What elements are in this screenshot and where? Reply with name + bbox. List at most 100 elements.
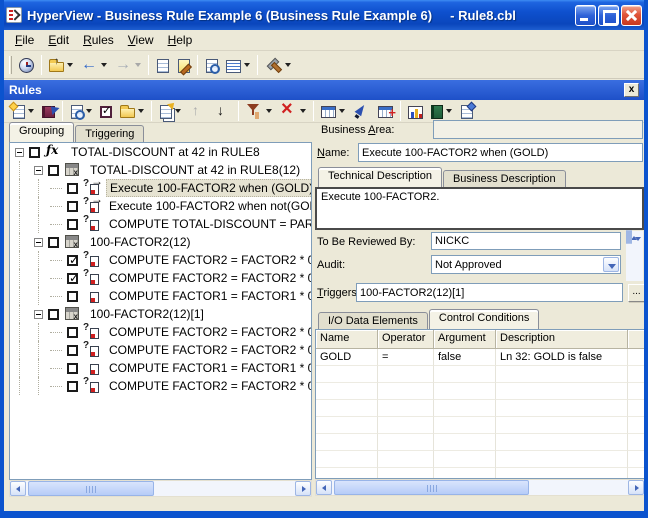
- annotate-button[interactable]: [173, 53, 194, 77]
- tree-row[interactable]: COMPUTE FACTOR1 = FACTOR1 * 0.5: [10, 287, 311, 305]
- chevron-down-icon[interactable]: [603, 257, 619, 272]
- tree-row[interactable]: COMPUTE FACTOR1 = FACTOR1 * 0.9: [10, 359, 311, 377]
- tab-i-o-data-elements[interactable]: I/O Data Elements: [318, 312, 428, 329]
- tree-row[interactable]: TOTAL-DISCOUNT at 42 in RULE8: [10, 143, 311, 161]
- new-rule-button[interactable]: [8, 99, 38, 123]
- tree-checkbox[interactable]: [67, 183, 78, 194]
- table-row[interactable]: [316, 366, 644, 383]
- triggers-field[interactable]: [356, 283, 623, 302]
- maximize-button[interactable]: [598, 5, 619, 26]
- table-row[interactable]: [316, 468, 644, 479]
- scroll-up-icon[interactable]: [626, 230, 628, 244]
- scroll-track[interactable]: [332, 480, 628, 495]
- scroll-left-icon[interactable]: [316, 480, 332, 495]
- dropdown-arrow-icon[interactable]: [135, 63, 141, 67]
- tab-control-conditions[interactable]: Control Conditions: [429, 309, 540, 329]
- forward-button[interactable]: [111, 53, 145, 77]
- scroll-right-icon[interactable]: [295, 481, 311, 496]
- tree-checkbox[interactable]: [67, 219, 78, 230]
- column-header[interactable]: Argument: [434, 330, 496, 349]
- scroll-thumb[interactable]: [28, 481, 154, 496]
- table-row[interactable]: [316, 451, 644, 468]
- minimize-button[interactable]: [575, 5, 596, 26]
- table-row[interactable]: [316, 383, 644, 400]
- audit-combobox[interactable]: Not Approved: [431, 255, 621, 274]
- dropdown-arrow-icon[interactable]: [138, 109, 144, 113]
- tree-checkbox[interactable]: [67, 255, 78, 266]
- name-field[interactable]: [358, 143, 643, 162]
- panel-close-icon[interactable]: x: [624, 83, 639, 97]
- dropdown-arrow-icon[interactable]: [28, 109, 34, 113]
- tree-row[interactable]: Execute 100-FACTOR2 when (GOLD): [10, 179, 311, 197]
- table-row[interactable]: GOLD=falseLn 32: GOLD is false: [316, 349, 644, 366]
- dropdown-arrow-icon[interactable]: [244, 63, 250, 67]
- dropdown-arrow-icon[interactable]: [67, 63, 73, 67]
- collapse-icon[interactable]: [34, 238, 43, 247]
- tab-triggering[interactable]: Triggering: [75, 125, 144, 142]
- back-button[interactable]: [77, 53, 111, 77]
- business-area-field[interactable]: [433, 120, 643, 139]
- column-header[interactable]: Name: [316, 330, 378, 349]
- tree-row[interactable]: COMPUTE FACTOR2 = FACTOR2 * 0.95: [10, 377, 311, 395]
- menu-file[interactable]: File: [8, 31, 41, 49]
- triggers-more-button[interactable]: ...: [628, 284, 645, 302]
- dropdown-arrow-icon[interactable]: [86, 109, 92, 113]
- open-folder-button[interactable]: [116, 99, 148, 123]
- tree-checkbox[interactable]: [67, 345, 78, 356]
- tree-row[interactable]: COMPUTE FACTOR2 = FACTOR2 * 0.7: [10, 341, 311, 359]
- collapse-icon[interactable]: [34, 310, 43, 319]
- tree-row[interactable]: Execute 100-FACTOR2 when not(GOLD): [10, 197, 311, 215]
- tree-checkbox[interactable]: [67, 273, 78, 284]
- tree-row[interactable]: COMPUTE TOTAL-DISCOUNT = PART1 *: [10, 215, 311, 233]
- tree-checkbox[interactable]: [67, 327, 78, 338]
- tree-row[interactable]: COMPUTE FACTOR2 = FACTOR2 * 0.9: [10, 251, 311, 269]
- move-down-button[interactable]: [210, 99, 235, 123]
- scroll-track[interactable]: [26, 481, 295, 496]
- tree-checkbox[interactable]: [48, 309, 59, 320]
- dropdown-arrow-icon[interactable]: [446, 109, 452, 113]
- hyperview-button[interactable]: [15, 53, 38, 77]
- menu-rules[interactable]: Rules: [76, 31, 121, 49]
- tree-row[interactable]: 100-FACTOR2(12)[1]: [10, 305, 311, 323]
- table-horizontal-scrollbar[interactable]: [315, 479, 645, 496]
- tree-checkbox[interactable]: [48, 237, 59, 248]
- tools-button[interactable]: [261, 53, 295, 77]
- table-row[interactable]: [316, 417, 644, 434]
- tab-technical-description[interactable]: Technical Description: [318, 167, 442, 187]
- close-button[interactable]: [621, 5, 642, 26]
- view-button[interactable]: [222, 53, 254, 77]
- copy-button[interactable]: [155, 99, 185, 123]
- column-header[interactable]: Operator: [378, 330, 434, 349]
- dropdown-arrow-icon[interactable]: [175, 109, 181, 113]
- menu-edit[interactable]: Edit: [41, 31, 76, 49]
- dropdown-arrow-icon[interactable]: [300, 109, 306, 113]
- scroll-thumb[interactable]: [334, 480, 529, 495]
- menu-help[interactable]: Help: [161, 31, 200, 49]
- dropdown-arrow-icon[interactable]: [266, 109, 272, 113]
- column-header[interactable]: [628, 330, 645, 349]
- table-row[interactable]: [316, 400, 644, 417]
- reviewed-by-field[interactable]: [431, 232, 621, 250]
- tree-checkbox[interactable]: [67, 291, 78, 302]
- collapse-icon[interactable]: [15, 148, 24, 157]
- dropdown-arrow-icon[interactable]: [285, 63, 291, 67]
- tab-business-description[interactable]: Business Description: [443, 170, 566, 187]
- dropdown-arrow-icon[interactable]: [339, 109, 345, 113]
- tree-checkbox[interactable]: [48, 165, 59, 176]
- column-header[interactable]: Description: [496, 330, 628, 349]
- filter-button[interactable]: [242, 99, 276, 123]
- search-button[interactable]: [201, 53, 222, 77]
- tree-checkbox[interactable]: [29, 147, 40, 158]
- tree-row[interactable]: COMPUTE FACTOR2 = FACTOR2 * 0.7: [10, 269, 311, 287]
- scroll-down-icon[interactable]: [630, 230, 632, 244]
- scroll-left-icon[interactable]: [10, 481, 26, 496]
- tree-row[interactable]: COMPUTE FACTOR2 = FACTOR2 * 0.9: [10, 323, 311, 341]
- collapse-icon[interactable]: [34, 166, 43, 175]
- delete-button[interactable]: [276, 99, 310, 123]
- tree-checkbox[interactable]: [67, 381, 78, 392]
- attributes-vertical-scrollbar[interactable]: [626, 231, 643, 281]
- dropdown-arrow-icon[interactable]: [101, 63, 107, 67]
- up-level-button[interactable]: [45, 53, 77, 77]
- check-button[interactable]: [96, 99, 116, 123]
- tree-horizontal-scrollbar[interactable]: [9, 480, 312, 497]
